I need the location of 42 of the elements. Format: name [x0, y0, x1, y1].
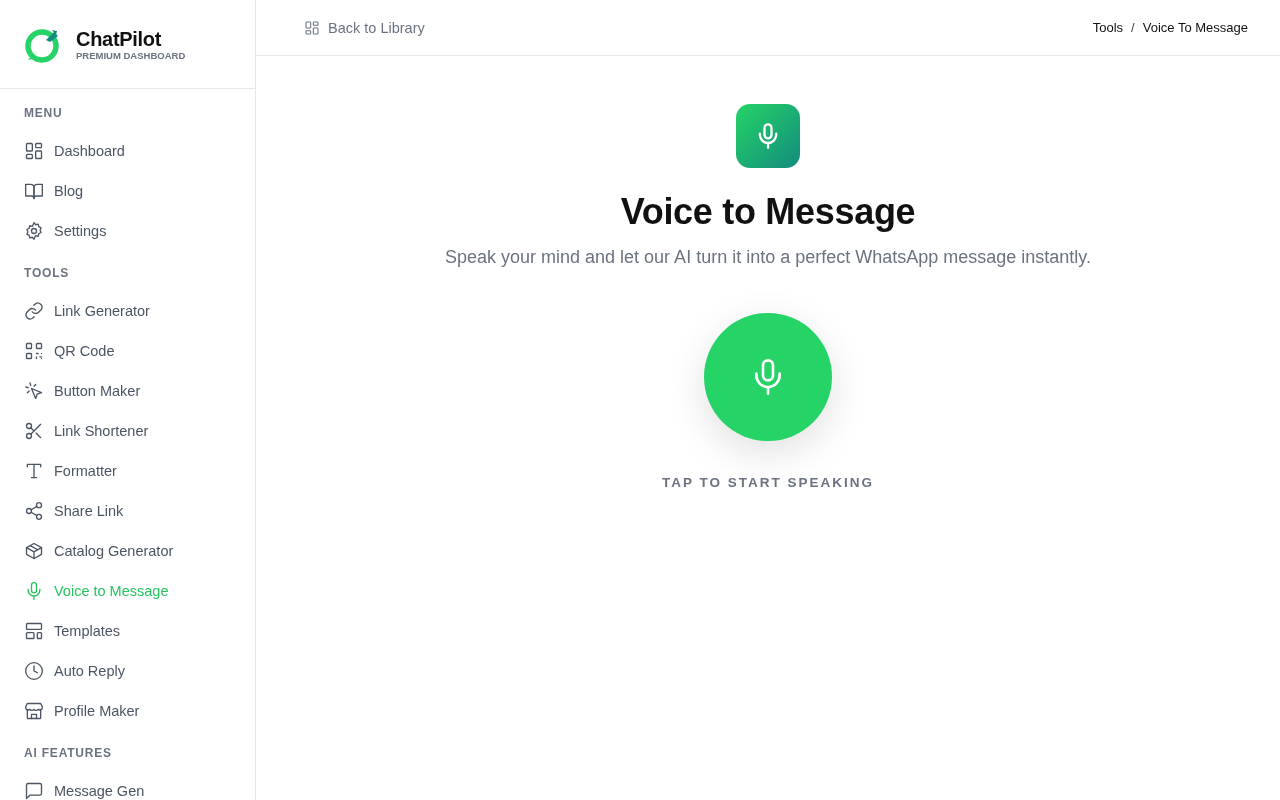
- sidebar-item[interactable]: Profile Maker: [0, 691, 255, 731]
- scissors-icon: [24, 421, 44, 441]
- back-link[interactable]: Back to Library: [304, 19, 425, 36]
- message-icon: [24, 781, 44, 800]
- settings-icon: [24, 221, 44, 241]
- sidebar-item[interactable]: Settings: [0, 211, 255, 251]
- sidebar-item[interactable]: Auto Reply: [0, 651, 255, 691]
- sidebar-item[interactable]: Catalog Generator: [0, 531, 255, 571]
- layout-icon: [24, 621, 44, 641]
- sidebar-item[interactable]: Blog: [0, 171, 255, 211]
- sidebar-item[interactable]: Message Gen: [0, 771, 255, 800]
- section-heading: AI FEATURES: [23, 745, 113, 761]
- sidebar-item[interactable]: QR Code: [0, 331, 255, 371]
- cursor-click-icon: [24, 381, 44, 401]
- book-icon: [24, 181, 44, 201]
- sidebar-item[interactable]: Dashboard: [0, 131, 255, 171]
- grid-icon: [304, 19, 320, 36]
- grid-icon: [24, 141, 44, 161]
- section-heading: MENU: [23, 105, 64, 121]
- sidebar-item[interactable]: Share Link: [0, 491, 255, 531]
- sidebar-item[interactable]: Templates: [0, 611, 255, 651]
- brand-tagline: PREMIUM DASHBOARD: [76, 50, 186, 62]
- page-title: Voice to Message: [620, 192, 916, 232]
- section-heading: TOOLS: [23, 265, 71, 281]
- sidebar-item[interactable]: Link Generator: [0, 291, 255, 331]
- breadcrumb-item: Voice To Message: [1142, 20, 1248, 35]
- share-icon: [24, 501, 44, 521]
- sidebar-item[interactable]: Formatter: [0, 451, 255, 491]
- sidebar-item[interactable]: Button Maker: [0, 371, 255, 411]
- breadcrumb-separator: /: [1131, 20, 1135, 35]
- page-subtitle: Speak your mind and let our AI turn it into a perfect WhatsApp message instantly.: [445, 246, 1091, 269]
- sidebar-item[interactable]: Link Shortener: [0, 411, 255, 451]
- box-icon: [24, 541, 44, 561]
- text-icon: [24, 461, 44, 481]
- store-icon: [24, 701, 44, 721]
- qr-code-icon: [24, 341, 44, 361]
- link-icon: [24, 301, 44, 321]
- record-label: TAP TO START SPEAKING: [662, 475, 874, 490]
- clock-icon: [24, 661, 44, 681]
- logo-icon: [24, 26, 62, 64]
- brand-name: ChatPilot: [76, 28, 163, 50]
- breadcrumb-item[interactable]: Tools: [1092, 20, 1124, 35]
